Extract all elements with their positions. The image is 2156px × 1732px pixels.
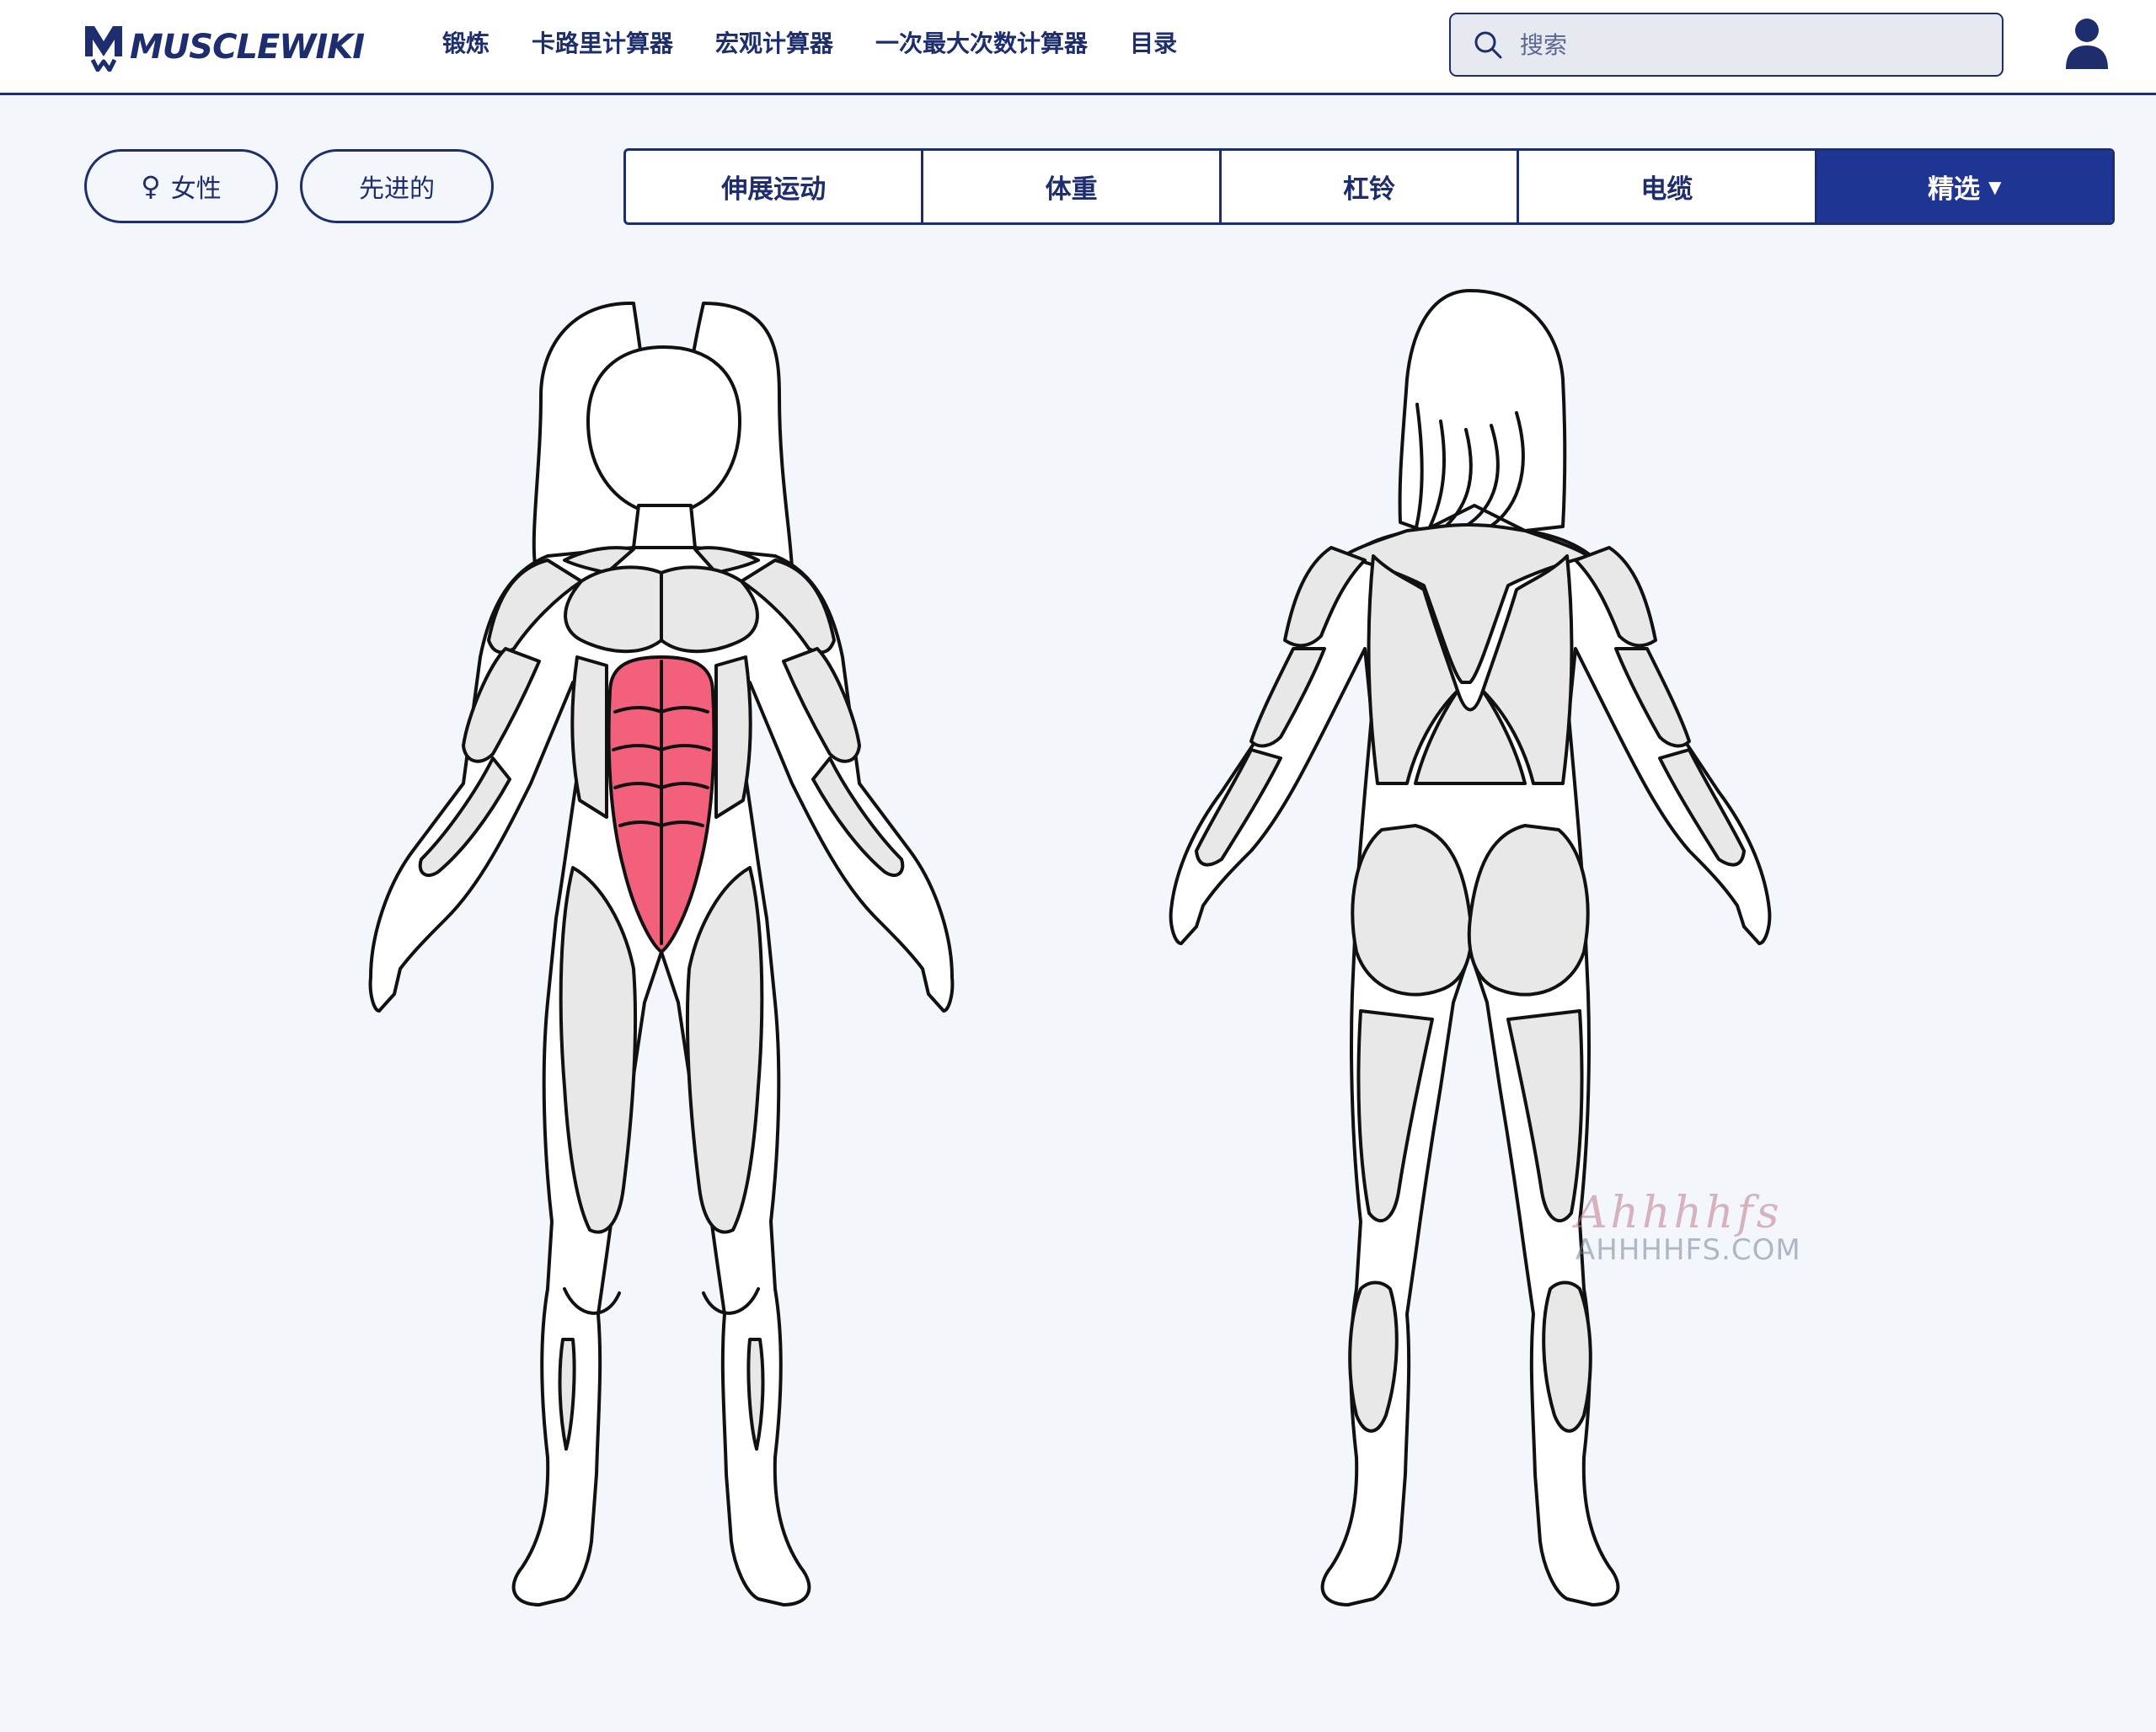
gender-toggle-button[interactable]: ♀ 女性 xyxy=(84,149,278,223)
brand-logo[interactable]: MUSCLEWIKI xyxy=(83,22,365,72)
main-nav: 锻炼 卡路里计算器 宏观计算器 一次最大次数计算器 目录 xyxy=(442,25,1177,59)
search-input[interactable] xyxy=(1518,29,1977,60)
torso-back xyxy=(1169,529,1772,1606)
nav-directory[interactable]: 目录 xyxy=(1130,25,1177,59)
neck xyxy=(632,504,697,549)
difficulty-label: 先进的 xyxy=(359,174,435,204)
search-icon xyxy=(1474,31,1502,59)
nav-macro-calculator[interactable]: 宏观计算器 xyxy=(715,25,833,59)
hair-back xyxy=(1398,289,1567,532)
musclewiki-logo-icon xyxy=(85,26,122,72)
nav-workouts[interactable]: 锻炼 xyxy=(442,25,490,59)
difficulty-level-button[interactable]: 先进的 xyxy=(300,149,494,223)
tab-bodyweight[interactable]: 体重 xyxy=(923,151,1222,222)
tab-featured-dropdown[interactable]: 精选 ▼ xyxy=(1816,151,2112,222)
brand-name: MUSCLEWIKI xyxy=(130,28,365,67)
watermark-script: Ahhhhfs xyxy=(1576,1188,1783,1238)
female-symbol-icon: ♀ xyxy=(141,170,161,202)
muscle-obliques-left[interactable] xyxy=(570,655,608,819)
body-map-back xyxy=(1104,278,1862,1685)
nav-calorie-calculator[interactable]: 卡路里计算器 xyxy=(532,25,673,59)
muscle-obliques-right[interactable] xyxy=(714,655,752,819)
head xyxy=(586,345,741,516)
tab-label: 杠铃 xyxy=(1343,174,1396,205)
tab-barbell[interactable]: 杠铃 xyxy=(1222,151,1520,222)
top-navbar: MUSCLEWIKI 锻炼 卡路里计算器 宏观计算器 一次最大次数计算器 目录 xyxy=(0,0,2156,95)
tab-label: 伸展运动 xyxy=(721,174,827,205)
back-body-svg xyxy=(1169,289,1772,1606)
search-box[interactable] xyxy=(1449,13,2004,77)
tab-cable[interactable]: 电缆 xyxy=(1519,151,1817,222)
tab-label: 体重 xyxy=(1045,174,1098,205)
equipment-tabs: 伸展运动 体重 杠铃 电缆 精选 ▼ xyxy=(623,148,2115,225)
caret-down-icon: ▼ xyxy=(1988,176,2002,197)
body-map-front xyxy=(320,278,1078,1685)
front-body-svg xyxy=(368,301,955,1606)
watermark: Ahhhhfs AHHHHFS.COM xyxy=(1576,1188,1828,1267)
tab-label: 精选 xyxy=(1928,174,1981,205)
user-account-icon[interactable] xyxy=(2062,17,2111,71)
gender-label: 女性 xyxy=(170,174,222,204)
nav-one-rep-max-calculator[interactable]: 一次最大次数计算器 xyxy=(875,25,1088,59)
tab-label: 电缆 xyxy=(1640,174,1693,205)
tab-stretches[interactable]: 伸展运动 xyxy=(626,151,924,222)
watermark-url: AHHHHFS.COM xyxy=(1576,1233,1801,1267)
